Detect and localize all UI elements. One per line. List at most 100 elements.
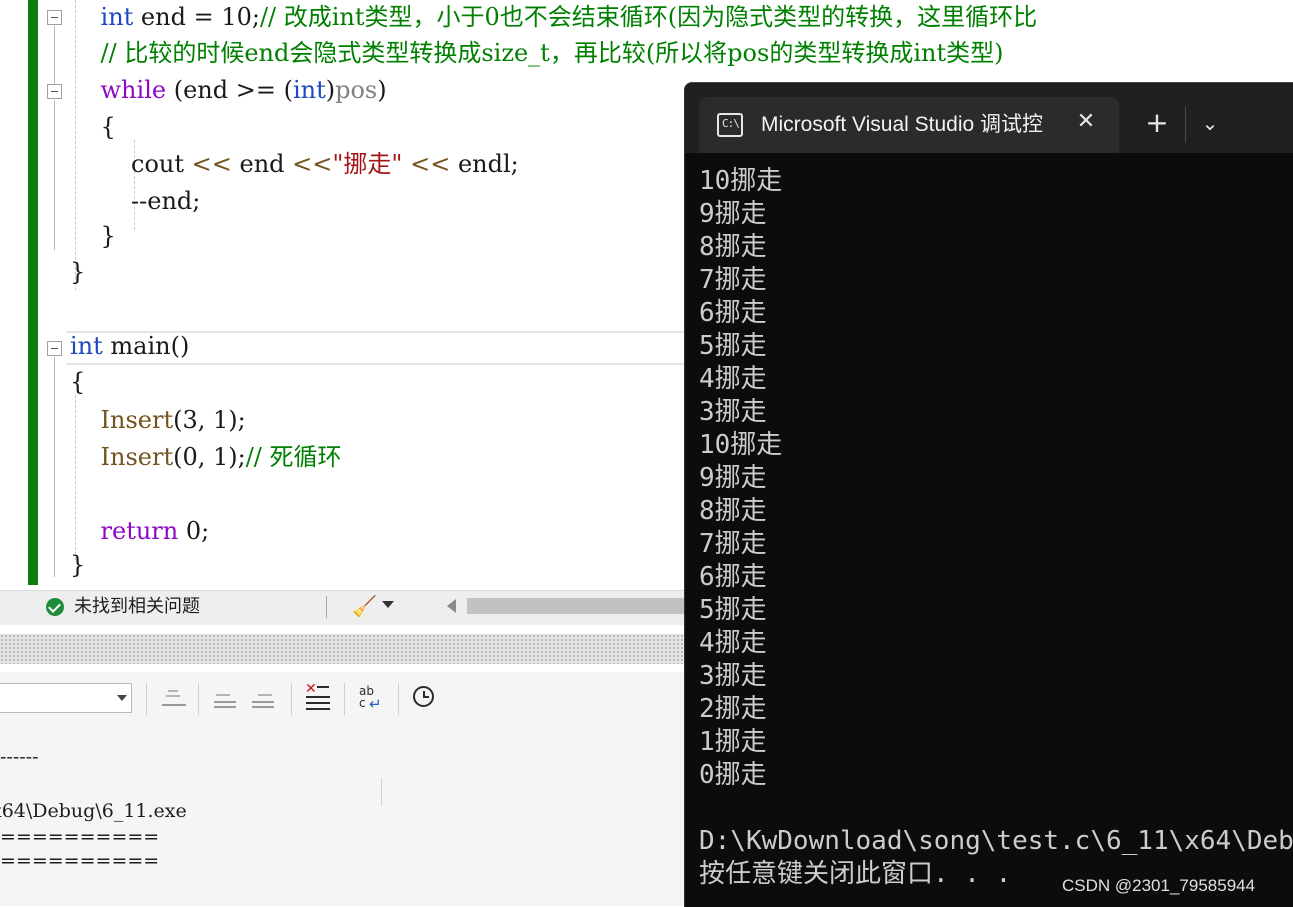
code-token: } (70, 551, 86, 579)
watermark: CSDN @2301_79585944 (1062, 876, 1256, 895)
toolbar-separator (344, 683, 345, 715)
next-message-icon[interactable] (248, 682, 280, 714)
code-token: int (70, 332, 103, 360)
code-token: // 改成int类型，小于0也不会结束循环(因为隐式类型的转换，这里循环比 (259, 3, 1038, 31)
code-token: 0; (178, 517, 210, 545)
code-token: << (292, 150, 333, 178)
output-line: ------ (0, 746, 39, 768)
terminal-line: D:\KwDownload\song\test.c\6_11\x64\Debug… (699, 826, 1293, 856)
terminal-line: 5挪走 (699, 595, 767, 625)
change-tracking-bar (28, 0, 38, 585)
code-token: "挪走" (332, 150, 403, 178)
code-token: --end; (70, 187, 201, 215)
terminal-line: 7挪走 (699, 265, 767, 295)
code-token: { (70, 113, 116, 141)
scroll-left-icon[interactable] (447, 599, 456, 613)
toolbar-separator (326, 596, 327, 618)
terminal-output[interactable]: 10挪走 9挪走 8挪走 7挪走 6挪走 5挪走 4挪走 3挪走 10挪走 9挪走 8挪走 7挪走 6挪… (699, 165, 1293, 905)
check-circle-icon (46, 598, 64, 616)
clear-all-icon[interactable]: ✕ (303, 682, 335, 714)
code-token: int (292, 76, 326, 104)
code-token: ) (377, 76, 387, 104)
code-token: ) (325, 76, 336, 104)
toolbar-separator (198, 683, 199, 715)
terminal-line: 2挪走 (699, 694, 767, 724)
fold-guide-line (54, 100, 55, 250)
code-token: Insert (100, 406, 174, 434)
code-line: while (end >= (int)pos) (70, 75, 387, 105)
code-token: (0, 1); (173, 443, 246, 471)
code-token: end (231, 150, 293, 178)
panel-splitter[interactable] (0, 634, 684, 664)
new-tab-button[interactable]: + (1141, 107, 1173, 139)
terminal-line: 8挪走 (699, 232, 767, 262)
code-line: } (70, 550, 85, 580)
text-cursor (381, 778, 382, 806)
fold-guide-line (54, 26, 55, 84)
terminal-line: 8挪走 (699, 496, 767, 526)
output-line: ========== (0, 826, 160, 848)
chevron-down-icon[interactable] (382, 601, 394, 608)
collapse-block-icon[interactable] (47, 10, 62, 25)
fold-guide-line (54, 357, 55, 577)
toolbar-separator (146, 683, 147, 715)
output-source-select[interactable] (0, 683, 132, 713)
terminal-line: 6挪走 (699, 298, 767, 328)
debug-console-window[interactable]: C:\ Microsoft Visual Studio 调试控 ✕ + ⌄ 10… (684, 82, 1293, 907)
code-line: Insert(3, 1); (70, 405, 246, 435)
code-token: Insert (100, 443, 174, 471)
issues-status-label[interactable]: 未找到相关问题 (74, 596, 200, 618)
code-line: { (70, 112, 116, 142)
find-message-icon[interactable] (158, 682, 190, 714)
code-token: } (70, 258, 86, 286)
code-line: Insert(0, 1);// 死循环 (70, 442, 342, 472)
code-cleanup-icon[interactable]: 🧹 (352, 594, 377, 618)
code-token: cout (70, 150, 192, 178)
collapse-block-icon[interactable] (47, 84, 62, 99)
terminal-line: 9挪走 (699, 199, 767, 229)
console-icon: C:\ (717, 113, 743, 137)
chevron-down-icon[interactable] (117, 695, 127, 701)
code-token: end = 10; (133, 3, 260, 31)
terminal-line: 3挪走 (699, 397, 767, 427)
code-token: (end >= ( (166, 76, 293, 104)
terminal-line: 按任意键关闭此窗口. . . (699, 859, 1012, 889)
terminal-tab-title: Microsoft Visual Studio 调试控 (761, 113, 1044, 136)
code-line: int main() (70, 331, 189, 361)
output-panel-body: ------ x64\Debug\6_11.exe ========== ===… (0, 720, 684, 906)
code-line: int end = 10;// 改成int类型，小于0也不会结束循环(因为隐式类… (70, 2, 1038, 32)
code-line: return 0; (70, 516, 210, 546)
collapse-block-icon[interactable] (47, 341, 62, 356)
code-line: } (70, 257, 85, 287)
code-line: --end; (70, 186, 200, 216)
code-token: int (100, 3, 134, 31)
horizontal-scrollbar-thumb[interactable] (467, 598, 684, 614)
terminal-line: 3挪走 (699, 661, 767, 691)
terminal-tab[interactable]: C:\ Microsoft Visual Studio 调试控 ✕ (699, 97, 1119, 153)
code-token: // 比较的时候end会隐式类型转换成size_t，再比较(所以将pos的类型转… (100, 39, 1004, 67)
code-token: << (191, 150, 232, 178)
terminal-line: 1挪走 (699, 727, 767, 757)
previous-message-icon[interactable] (210, 682, 242, 714)
code-token: << (410, 150, 451, 178)
word-wrap-icon[interactable]: ab c ↵ (356, 682, 388, 714)
terminal-line: 7挪走 (699, 529, 767, 559)
code-token: (3, 1); (173, 406, 246, 434)
chevron-down-icon[interactable]: ⌄ (1195, 107, 1225, 139)
clock-icon[interactable] (413, 686, 434, 707)
output-line: x64\Debug\6_11.exe (0, 800, 187, 822)
code-token: } (70, 222, 116, 250)
close-icon[interactable]: ✕ (1071, 107, 1101, 137)
terminal-line: 10挪走 (699, 166, 783, 196)
terminal-line: 4挪走 (699, 628, 767, 658)
terminal-tab-bar: C:\ Microsoft Visual Studio 调试控 ✕ + ⌄ (685, 83, 1293, 153)
terminal-line: 6挪走 (699, 562, 767, 592)
toolbar-separator (398, 683, 399, 715)
